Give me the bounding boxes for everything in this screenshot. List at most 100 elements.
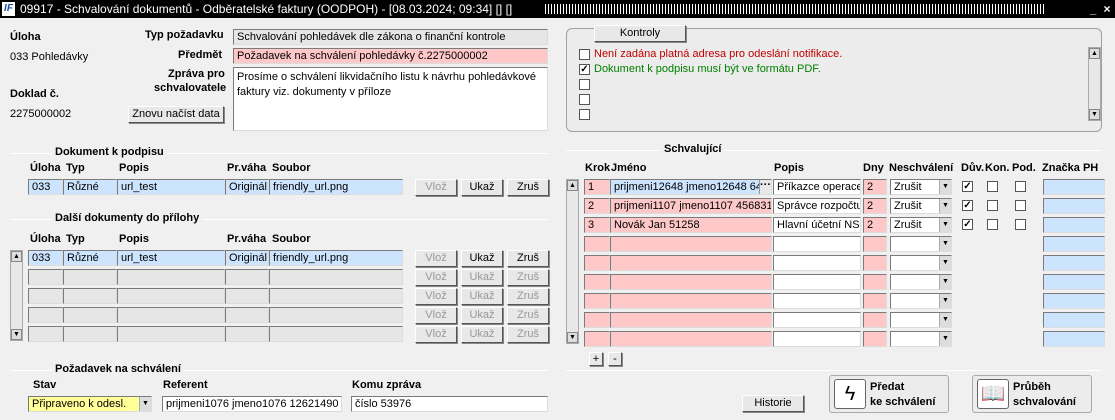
referent-field[interactable]: prijmeni1076 jmeno1076 12621490 — [162, 396, 342, 412]
approver-dny[interactable] — [863, 255, 887, 271]
attach-popis[interactable] — [117, 288, 225, 304]
attach-cancel-button[interactable]: Zruš — [507, 288, 549, 305]
attach-cancel-button[interactable]: Zruš — [507, 307, 549, 324]
approver-jmeno[interactable]: prijmeni1107 jmeno1107 456831 — [610, 198, 772, 214]
more-icon[interactable]: ··· — [759, 180, 771, 194]
approver-dny[interactable] — [863, 331, 887, 347]
attach-vaha[interactable]: Originál — [225, 250, 269, 266]
approvers-scrollbar[interactable]: ▲ ▼ — [566, 179, 579, 344]
duv-checkbox[interactable]: ✓ — [962, 181, 973, 192]
approver-popis[interactable] — [773, 274, 861, 290]
approver-jmeno[interactable] — [610, 293, 772, 309]
approver-krok[interactable] — [584, 293, 610, 309]
attach-insert-button[interactable]: Vlož — [415, 250, 457, 267]
approver-jmeno[interactable]: prijmeni12648 jmeno12648 64 ··· — [610, 179, 772, 195]
approver-jmeno[interactable] — [610, 331, 772, 347]
approver-krok[interactable] — [584, 255, 610, 271]
dropdown-arrow-icon[interactable]: ▼ — [939, 180, 951, 194]
attach-uloha[interactable] — [28, 288, 63, 304]
approver-jmeno[interactable]: Novák Jan 51258 — [610, 217, 772, 233]
duv-checkbox[interactable]: ✓ — [962, 200, 973, 211]
dropdown-arrow-icon[interactable]: ▼ — [939, 332, 951, 346]
kontrola-checkbox[interactable] — [579, 49, 590, 60]
attach-uloha[interactable]: 033 — [28, 250, 63, 266]
kontroly-button[interactable]: Kontroly — [594, 25, 686, 42]
approver-popis[interactable]: Hlavní účetní NS — [773, 217, 861, 233]
approver-popis[interactable] — [773, 331, 861, 347]
pod-checkbox[interactable] — [1015, 181, 1026, 192]
komu-field[interactable]: číslo 53976 — [351, 396, 548, 412]
neschvaleni-select[interactable]: Zrušit ▼ — [890, 179, 952, 195]
approver-krok[interactable]: 3 — [584, 217, 610, 233]
typ-field[interactable]: Schvalování pohledávek dle zákona o fina… — [233, 29, 548, 45]
attach-uloha[interactable] — [28, 269, 63, 285]
approver-krok[interactable] — [584, 236, 610, 252]
add-row-button[interactable]: + — [589, 352, 603, 366]
attach-popis[interactable]: url_test — [117, 250, 225, 266]
scroll-up-icon[interactable]: ▲ — [1089, 48, 1100, 59]
attach-vaha[interactable] — [225, 269, 269, 285]
znacka-ph-field[interactable] — [1043, 293, 1105, 309]
approver-dny[interactable] — [863, 312, 887, 328]
attach-soubor[interactable] — [269, 326, 403, 342]
attach-typ[interactable] — [63, 269, 117, 285]
attach-soubor[interactable] — [269, 269, 403, 285]
historie-button[interactable]: Historie — [742, 395, 804, 412]
attach-soubor[interactable]: friendly_url.png — [269, 250, 403, 266]
neschvaleni-select[interactable]: ▼ — [890, 255, 952, 271]
approver-dny[interactable] — [863, 236, 887, 252]
approver-popis[interactable]: Správce rozpočtu — [773, 198, 861, 214]
pod-checkbox[interactable] — [1015, 200, 1026, 211]
minimize-button[interactable]: _ — [1086, 0, 1100, 18]
approver-krok[interactable]: 1 — [584, 179, 610, 195]
neschvaleni-select[interactable]: ▼ — [890, 236, 952, 252]
approver-jmeno[interactable] — [610, 312, 772, 328]
znacka-ph-field[interactable] — [1043, 274, 1105, 290]
dropdown-arrow-icon[interactable]: ▼ — [939, 275, 951, 289]
attach-cancel-button[interactable]: Zruš — [507, 326, 549, 343]
znacka-ph-field[interactable] — [1043, 236, 1105, 252]
approver-dny[interactable] — [863, 293, 887, 309]
kontrola-checkbox[interactable] — [579, 109, 590, 120]
sign-vaha[interactable]: Originál — [225, 179, 269, 195]
dropdown-arrow-icon[interactable]: ▼ — [939, 199, 951, 213]
sign-typ[interactable]: Různé — [63, 179, 117, 195]
approver-popis[interactable] — [773, 293, 861, 309]
sign-uloha[interactable]: 033 — [28, 179, 63, 195]
approver-popis[interactable] — [773, 312, 861, 328]
kontrola-checkbox[interactable] — [579, 79, 590, 90]
predat-button[interactable]: ϟ Předat ke schválení — [829, 375, 949, 413]
neschvaleni-select[interactable]: ▼ — [890, 293, 952, 309]
duv-checkbox[interactable]: ✓ — [962, 219, 973, 230]
attach-popis[interactable] — [117, 326, 225, 342]
approver-jmeno[interactable] — [610, 255, 772, 271]
reload-data-button[interactable]: Znovu načíst data — [128, 106, 224, 123]
attach-vaha[interactable] — [225, 326, 269, 342]
scroll-down-icon[interactable]: ▼ — [1089, 109, 1100, 120]
attach-show-button[interactable]: Ukaž — [461, 250, 503, 267]
attach-vaha[interactable] — [225, 288, 269, 304]
attach-insert-button[interactable]: Vlož — [415, 269, 457, 286]
attach-popis[interactable] — [117, 307, 225, 323]
kon-checkbox[interactable] — [987, 219, 998, 230]
dropdown-arrow-icon[interactable]: ▼ — [939, 256, 951, 270]
neschvaleni-select[interactable]: Zrušit ▼ — [890, 198, 952, 214]
approver-dny[interactable]: 2 — [863, 179, 887, 195]
attach-show-button[interactable]: Ukaž — [461, 269, 503, 286]
znacka-ph-field[interactable] — [1043, 312, 1105, 328]
approver-krok[interactable] — [584, 331, 610, 347]
sign-insert-button[interactable]: Vlož — [415, 179, 457, 196]
attach-insert-button[interactable]: Vlož — [415, 288, 457, 305]
attach-uloha[interactable] — [28, 307, 63, 323]
prubeh-button[interactable]: 📖 Průběh schvalování — [972, 375, 1092, 413]
scroll-up-icon[interactable]: ▲ — [11, 251, 22, 262]
approver-popis[interactable] — [773, 255, 861, 271]
attach-show-button[interactable]: Ukaž — [461, 326, 503, 343]
scroll-down-icon[interactable]: ▼ — [567, 332, 578, 343]
approver-krok[interactable] — [584, 312, 610, 328]
sign-soubor[interactable]: friendly_url.png — [269, 179, 403, 195]
kontroly-scrollbar[interactable]: ▲ ▼ — [1088, 47, 1101, 121]
neschvaleni-select[interactable]: ▼ — [890, 331, 952, 347]
scroll-up-icon[interactable]: ▲ — [567, 180, 578, 191]
znacka-ph-field[interactable] — [1043, 331, 1105, 347]
